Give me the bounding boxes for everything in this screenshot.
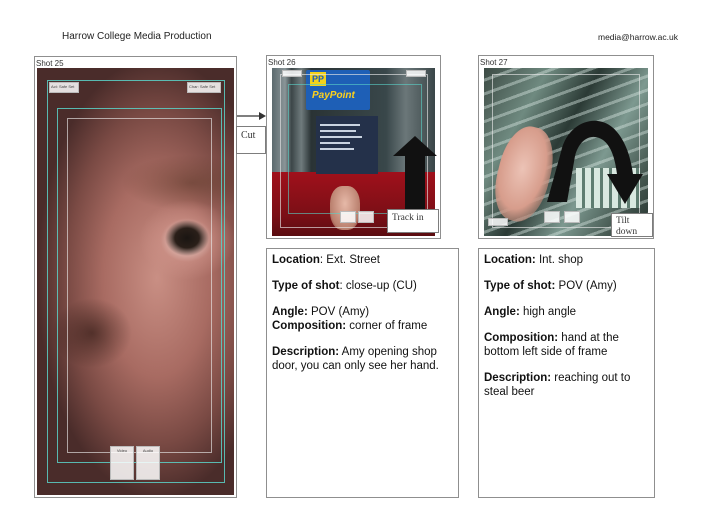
shot-25-inner-guide: [67, 118, 212, 453]
tilt-down-label: Tilt down: [611, 213, 653, 237]
type-of-shot-label: Type of shot: [272, 280, 340, 292]
shot-27-label: Shot 27: [480, 58, 508, 67]
track-in-arrow-icon: [393, 136, 437, 212]
cut-arrow-icon: [237, 112, 266, 120]
description-label: Description:: [272, 346, 340, 358]
location-label: Location:: [484, 254, 536, 266]
shot-26-corner-tag-left: [282, 70, 302, 77]
shot-27-bottom-tag-b: [544, 211, 560, 223]
location-value: : Ext. Street: [319, 254, 380, 266]
cut-transition-label: Cut: [236, 126, 266, 154]
composition-label: Composition:: [272, 320, 347, 332]
shot-27-bottom-tag-a: [488, 218, 508, 226]
shot-26-panel: Shot 26 PP PayPoint Track in: [266, 55, 441, 239]
shot-25-audio-tag: Audio: [136, 446, 160, 480]
angle-label: Angle:: [272, 306, 308, 318]
shot-25-video-tag: Video: [110, 446, 134, 480]
shot-25-safe-left-tag: Act: Safe Set: [49, 82, 79, 93]
shot-26-label: Shot 26: [268, 58, 296, 67]
shot-26-corner-tag-right: [406, 70, 426, 77]
description-label: Description:: [484, 372, 552, 384]
shot-27-bottom-tag-c: [564, 211, 580, 223]
tilt-down-arrow-icon: [547, 120, 643, 204]
shot-25-safe-right-tag: Char: Safe Set: [187, 82, 221, 93]
shot-26-description-panel: Location: Ext. Street Type of shot: clos…: [266, 248, 459, 498]
location-value: Int. shop: [535, 254, 584, 266]
shot-27-description-panel: Location: Int. shop Type of shot: POV (A…: [478, 248, 655, 498]
shot-25-panel: Shot 25 Act: Safe Set Char: Safe Set Vid…: [34, 56, 237, 498]
shot-26-bottom-tag-b: [358, 211, 374, 223]
contact-email: media@harrow.ac.uk: [598, 32, 678, 42]
shot-27-panel: Shot 27 Tilt down: [478, 55, 654, 239]
shot-26-bottom-tag-a: [340, 211, 356, 223]
document-title: Harrow College Media Production: [62, 31, 212, 42]
composition-label: Composition:: [484, 332, 559, 344]
type-of-shot-label: Type of shot:: [484, 280, 556, 292]
composition-value: corner of frame: [346, 320, 428, 332]
shot-25-image: Act: Safe Set Char: Safe Set Video Audio: [37, 68, 234, 495]
location-label: Location: [272, 254, 320, 266]
angle-label: Angle:: [484, 306, 520, 318]
type-of-shot-value: POV (Amy): [555, 280, 617, 292]
angle-value: POV (Amy): [307, 306, 370, 318]
track-in-label: Track in: [387, 209, 439, 233]
shot-25-label: Shot 25: [36, 59, 64, 68]
angle-value: high angle: [519, 306, 577, 318]
type-of-shot-value: : close-up (CU): [339, 280, 417, 292]
